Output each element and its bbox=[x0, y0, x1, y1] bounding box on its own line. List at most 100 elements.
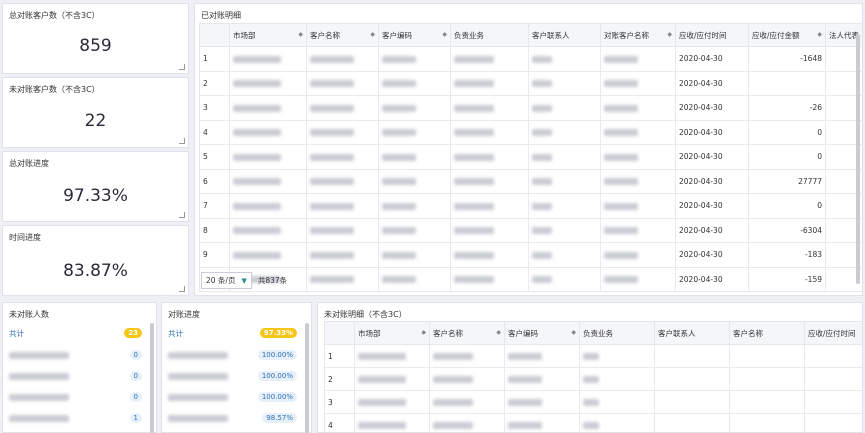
table-cell bbox=[229, 242, 307, 268]
list-item[interactable]: 1 bbox=[9, 410, 142, 426]
redacted-text bbox=[454, 178, 494, 186]
redacted-text bbox=[382, 251, 416, 259]
list-item[interactable]: 0 bbox=[9, 368, 142, 384]
table-cell bbox=[654, 390, 730, 414]
resize-handle-icon[interactable] bbox=[179, 212, 185, 218]
redacted-text bbox=[454, 251, 494, 259]
list-item[interactable]: 0 bbox=[9, 347, 142, 363]
redacted-text bbox=[382, 202, 416, 210]
redacted-text bbox=[9, 414, 69, 422]
redacted-text bbox=[433, 399, 473, 406]
redacted-text bbox=[454, 129, 494, 137]
column-header-label: 应收/应付时间 bbox=[808, 328, 856, 338]
table-row[interactable]: 4 bbox=[324, 413, 862, 432]
count-badge: 1 bbox=[129, 413, 142, 423]
table-cell bbox=[600, 70, 676, 96]
redacted-text bbox=[454, 227, 494, 235]
list-item[interactable]: 100.00% bbox=[168, 368, 297, 384]
table-row[interactable]: 5 2020-04-30 0 bbox=[199, 144, 862, 170]
reconciled-detail-panel: 已对账明细 市场部 ◆ 客户名称 ◆ 客户编码 ◆ 负责业务 客户联系人 对账客户名称… bbox=[194, 3, 863, 296]
table-cell bbox=[429, 367, 505, 391]
list-item[interactable]: 100.00% bbox=[168, 347, 297, 363]
unreconciled-detail-panel: 未对账明细（不含3C） 市场部 ◆ 客户名称 ◆ 客户编码 ◆ 负责业务 客户联系人 … bbox=[317, 302, 863, 433]
column-header[interactable]: 负责业务 bbox=[450, 23, 529, 47]
sort-icon[interactable]: ◆ bbox=[571, 329, 576, 336]
column-header[interactable]: 负责业务 bbox=[579, 321, 655, 345]
column-header[interactable]: 应收/应付时间 bbox=[675, 23, 749, 47]
scrollbar[interactable] bbox=[150, 323, 154, 433]
count-badge: 0 bbox=[129, 350, 142, 360]
sort-icon[interactable]: ◆ bbox=[496, 329, 501, 336]
column-header[interactable]: 客户编码 ◆ bbox=[378, 23, 451, 47]
redacted-text bbox=[233, 202, 281, 210]
redacted-text bbox=[532, 153, 552, 161]
table-row[interactable]: 1 bbox=[324, 344, 862, 368]
resize-handle-icon[interactable] bbox=[179, 64, 185, 70]
redacted-text bbox=[310, 55, 354, 63]
column-header-label: 客户联系人 bbox=[532, 30, 570, 40]
date-cell: 2020-04-30 bbox=[675, 217, 749, 243]
table-cell bbox=[654, 413, 730, 432]
page-size-select[interactable]: 20 条/页 ▼ bbox=[201, 272, 252, 289]
amount-cell: 0 bbox=[748, 144, 826, 170]
redacted-text bbox=[583, 353, 599, 360]
sort-icon[interactable]: ◆ bbox=[298, 31, 303, 38]
scrollbar[interactable] bbox=[305, 323, 309, 433]
resize-handle-icon[interactable] bbox=[179, 286, 185, 292]
redacted-text bbox=[508, 353, 542, 360]
table-cell bbox=[600, 95, 676, 121]
table-cell bbox=[306, 95, 379, 121]
table-row[interactable]: 4 2020-04-30 0 bbox=[199, 119, 862, 145]
scrollbar[interactable] bbox=[856, 34, 860, 284]
sort-icon[interactable]: ◆ bbox=[442, 31, 447, 38]
table-row[interactable]: 2 2020-04-30 bbox=[199, 70, 862, 96]
table-row[interactable]: 2 bbox=[324, 367, 862, 391]
pagination: 20 条/页 ▼ 共837条 bbox=[201, 272, 287, 289]
kpi-value: 97.33% bbox=[63, 186, 128, 206]
table-row[interactable]: 7 2020-04-30 0 bbox=[199, 193, 862, 219]
list-total-row[interactable]: 共计 97.33% bbox=[168, 325, 297, 341]
table-row[interactable]: 8 2020-04-30 -6304 bbox=[199, 217, 862, 243]
sort-icon[interactable]: ◆ bbox=[421, 329, 426, 336]
column-header[interactable]: 客户名称 bbox=[729, 321, 805, 345]
table-row[interactable]: 3 bbox=[324, 390, 862, 414]
kpi-value: 22 bbox=[84, 111, 107, 131]
table-row[interactable]: 6 2020-04-30 27777 bbox=[199, 168, 862, 194]
table-row[interactable]: 1 2020-04-30 -1648 bbox=[199, 46, 862, 72]
column-header[interactable]: 应收/应付金额 ◆ bbox=[748, 23, 826, 47]
date-cell: 2020-04-30 bbox=[675, 46, 749, 72]
resize-handle-icon[interactable] bbox=[179, 138, 185, 144]
column-header[interactable]: 客户联系人 bbox=[654, 321, 730, 345]
redacted-text bbox=[382, 80, 416, 88]
list-item[interactable]: 98.57% bbox=[168, 410, 297, 426]
column-header[interactable]: 客户联系人 bbox=[528, 23, 601, 47]
column-header[interactable]: 市场部 ◆ bbox=[229, 23, 307, 47]
column-header[interactable]: 客户名称 ◆ bbox=[306, 23, 379, 47]
redacted-text bbox=[382, 178, 416, 186]
table-row[interactable]: 3 2020-04-30 -26 bbox=[199, 95, 862, 121]
table-row[interactable]: 102020-04-30-159 bbox=[199, 266, 862, 292]
redacted-text bbox=[454, 276, 494, 284]
list-item[interactable]: 100.00% bbox=[168, 389, 297, 405]
redacted-text bbox=[233, 251, 281, 259]
column-header[interactable]: 市场部 ◆ bbox=[354, 321, 430, 345]
table-cell bbox=[804, 344, 862, 368]
kpi-title: 未对账客户数（不含3C） bbox=[9, 85, 100, 94]
table-cell bbox=[229, 217, 307, 243]
column-header[interactable]: 客户编码 ◆ bbox=[504, 321, 580, 345]
table-cell bbox=[429, 413, 505, 432]
table-cell bbox=[306, 46, 379, 72]
table-cell bbox=[579, 390, 655, 414]
list-item[interactable]: 0 bbox=[9, 389, 142, 405]
redacted-text bbox=[433, 376, 473, 383]
table-row[interactable]: 9 2020-04-30 -183 bbox=[199, 242, 862, 268]
column-header[interactable]: 客户名称 ◆ bbox=[429, 321, 505, 345]
redacted-text bbox=[604, 129, 638, 137]
sort-icon[interactable]: ◆ bbox=[667, 31, 672, 38]
column-header[interactable]: 应收/应付时间 bbox=[804, 321, 862, 345]
column-header[interactable]: 对账客户名称 ◆ bbox=[600, 23, 676, 47]
progress-badge: 98.57% bbox=[262, 413, 297, 423]
sort-icon[interactable]: ◆ bbox=[370, 31, 375, 38]
list-total-row[interactable]: 共计 23 bbox=[9, 325, 142, 341]
sort-icon[interactable]: ◆ bbox=[817, 31, 822, 38]
